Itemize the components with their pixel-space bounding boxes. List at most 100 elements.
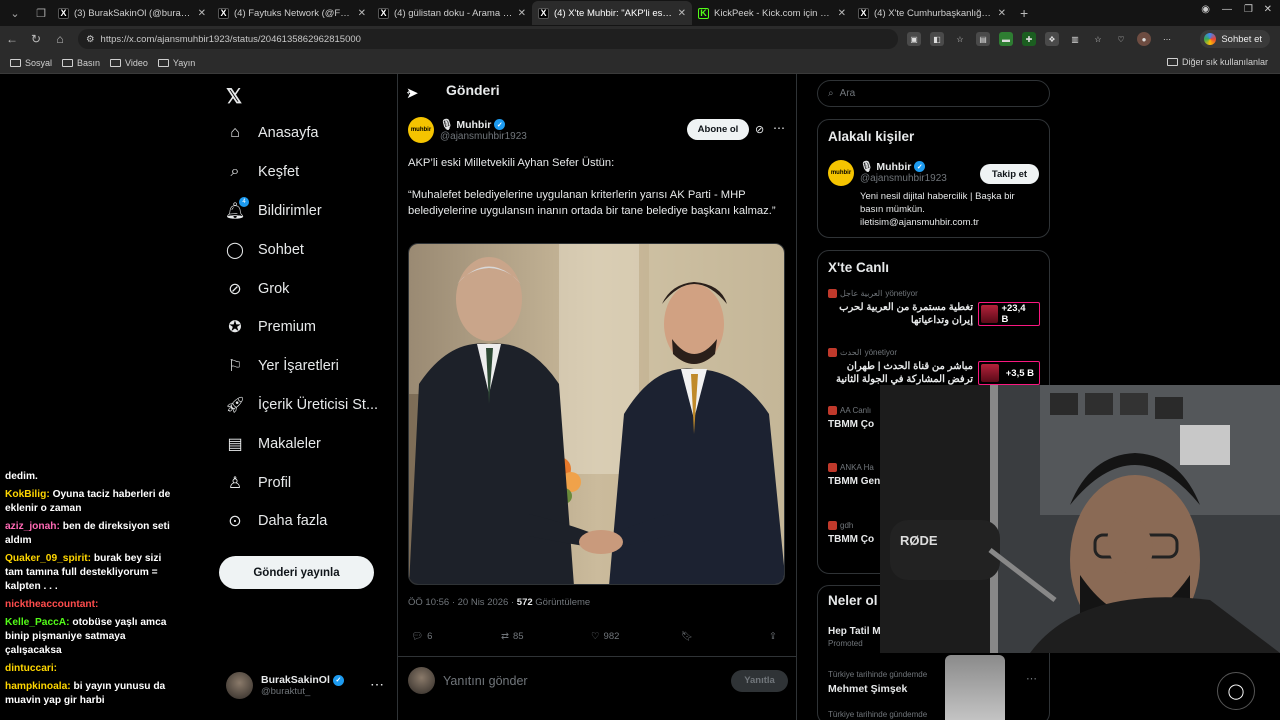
- restore-icon[interactable]: ❐: [1244, 4, 1253, 15]
- like-action[interactable]: ♡ 982: [591, 631, 619, 642]
- favorites-icon[interactable]: ☆: [1091, 32, 1105, 46]
- favorite-star-icon[interactable]: ☆: [953, 32, 967, 46]
- browser-tab[interactable]: X (3) BurakSakinOl (@buraktut_) / X ✕: [52, 1, 212, 25]
- kick-icon: K: [698, 7, 709, 19]
- follow-button[interactable]: Takip et: [980, 164, 1039, 184]
- reply-action[interactable]: 💬︎ 6: [411, 631, 432, 642]
- reply-button[interactable]: Yanıtla: [731, 669, 788, 692]
- collections-icon[interactable]: ♡: [1114, 32, 1128, 46]
- home-browser-icon[interactable]: ⌂: [48, 32, 72, 46]
- sidebar-item-anasayfa[interactable]: ⌂ Anasayfa: [226, 114, 378, 153]
- other-favorites[interactable]: Diğer sık kullanılanlar: [1166, 57, 1268, 67]
- repost-icon: ⇄: [501, 631, 509, 642]
- more-icon[interactable]: ⋯: [1026, 672, 1037, 685]
- new-tab-plus-icon[interactable]: +: [1020, 5, 1028, 21]
- more-icon[interactable]: ⋯: [773, 121, 785, 135]
- bookmark-folder[interactable]: Basın: [62, 58, 100, 68]
- browser-tab[interactable]: K KickPeek - Kick.com için Gerçek Za... ✕: [692, 1, 852, 25]
- related-avatar[interactable]: muhbir: [828, 160, 854, 186]
- extension-icon[interactable]: ◧: [930, 32, 944, 46]
- site-info-icon[interactable]: ⚙: [86, 34, 95, 45]
- chat-username[interactable]: hampkinoala:: [5, 681, 71, 692]
- listener-badge[interactable]: +23,4 B: [978, 302, 1040, 326]
- listener-badge[interactable]: +3,5 B: [978, 361, 1040, 385]
- related-handle[interactable]: @ajansmuhbir1923: [860, 173, 947, 184]
- bookmark-folder[interactable]: Yayın: [157, 58, 195, 68]
- back-icon[interactable]: ←: [0, 32, 24, 46]
- bookmark-action[interactable]: 🔖︎: [681, 631, 693, 642]
- chat-username[interactable]: KokBilig:: [5, 489, 50, 500]
- extension-icon[interactable]: ❖: [1045, 32, 1059, 46]
- menu-dots-icon[interactable]: ⋯: [1160, 32, 1174, 46]
- sidebar-item-premium[interactable]: ✪ Premium: [226, 308, 378, 347]
- subscribe-button[interactable]: Abone ol: [687, 119, 749, 140]
- account-switcher[interactable]: BurakSakinOl ✓ @buraktut_: [226, 672, 386, 699]
- reply-input[interactable]: Yanıtını gönder: [443, 674, 723, 688]
- post-image[interactable]: [408, 243, 785, 585]
- repost-action[interactable]: ⇄ 85: [501, 631, 524, 642]
- sidebar-item-keşfet[interactable]: ⌕ Keşfet: [226, 153, 378, 192]
- workspaces-icon[interactable]: ❐: [30, 2, 52, 24]
- author-avatar[interactable]: muhbir: [408, 117, 434, 143]
- search-input[interactable]: ⌕ Ara: [817, 80, 1050, 107]
- sidebar-item-bildirimler[interactable]: 🔔︎ 4 Bildirimler: [225, 192, 378, 231]
- trend-item[interactable]: Türkiye tarihinde gündemde Mehmet Şimşek: [828, 670, 1043, 695]
- sidebar-item-grok[interactable]: ⊘ Grok: [226, 269, 378, 308]
- tab-close-icon[interactable]: ✕: [838, 8, 846, 19]
- tab-close-icon[interactable]: ✕: [358, 8, 366, 19]
- close-window-icon[interactable]: ✕: [1264, 4, 1272, 15]
- address-bar[interactable]: ⚙ https://x.com/ajansmuhbir1923/status/2…: [78, 29, 898, 49]
- live-item[interactable]: العربية عاجل yönetiyor تغطية مستمرة من الع…: [828, 289, 1043, 327]
- tab-close-icon[interactable]: ✕: [198, 8, 206, 19]
- profile-avatar-icon[interactable]: ●: [1137, 32, 1151, 46]
- refresh-icon[interactable]: ↻: [24, 32, 48, 46]
- tab-close-icon[interactable]: ✕: [678, 8, 686, 19]
- chat-username[interactable]: aziz_jonah:: [5, 521, 60, 532]
- chat-message: dintuccari:: [5, 662, 175, 676]
- tab-close-icon[interactable]: ✕: [518, 8, 526, 19]
- copilot-chat-button[interactable]: Sohbet et: [1200, 30, 1270, 48]
- extension-icon[interactable]: ▬: [999, 32, 1013, 46]
- related-name[interactable]: Muhbir: [876, 161, 911, 173]
- sidebar-item-sohbet[interactable]: ◯ Sohbet: [226, 230, 378, 269]
- grok-icon[interactable]: ⊘: [755, 123, 764, 136]
- split-screen-icon[interactable]: ▥: [1068, 32, 1082, 46]
- x-logo-icon[interactable]: 𝕏: [226, 84, 242, 109]
- minimize-icon[interactable]: —: [1222, 4, 1232, 15]
- author-name[interactable]: Muhbir: [456, 119, 491, 131]
- trend-item[interactable]: Türkiye tarihinde gündemde: [828, 710, 1043, 719]
- browser-avatar-icon[interactable]: ◉: [1201, 4, 1210, 15]
- bookmark-folder[interactable]: Video: [110, 58, 148, 68]
- chat-username[interactable]: nicktheaccountant:: [5, 599, 98, 610]
- chat-username[interactable]: Quaker_09_spirit:: [5, 553, 91, 564]
- share-action[interactable]: ⇪: [769, 631, 777, 642]
- bookmarks-bar: Sosyal Basın Video Yayın Diğer sık kullanıl…: [0, 52, 1280, 74]
- chat-username[interactable]: Kelle_PaccA:: [5, 617, 70, 628]
- sidebar-item-yer-i-şaretleri[interactable]: ⚐ Yer İşaretleri: [226, 347, 378, 386]
- webcam-overlay: RØDE: [880, 385, 1280, 653]
- browser-tab[interactable]: X (4) gülistan doku - Arama / X ✕: [372, 1, 532, 25]
- chat-username[interactable]: dintuccari:: [5, 663, 57, 674]
- sidebar-item-label: Sohbet: [258, 241, 304, 258]
- browser-tab[interactable]: X (4) X'te Muhbir: "AKP'li eski Milletvek…: [532, 1, 692, 25]
- related-bio: Yeni nesil dijital habercilik | Başka bi…: [860, 191, 1015, 228]
- mic-icon: 🎙: [440, 119, 454, 131]
- more-icon[interactable]: ⋯: [370, 676, 384, 693]
- tab-close-icon[interactable]: ✕: [998, 8, 1006, 19]
- messages-fab[interactable]: ◯: [1217, 672, 1255, 710]
- author-handle[interactable]: @ajansmuhbir1923: [440, 131, 527, 142]
- sidebar-item-makaleler[interactable]: ▤ Makaleler: [226, 424, 378, 463]
- sidebar-item-profil[interactable]: ♙ Profil: [226, 463, 378, 502]
- bookmark-folder[interactable]: Sosyal: [10, 58, 52, 68]
- post-author[interactable]: muhbir 🎙 Muhbir ✓ @ajansmuhbir1923: [408, 117, 527, 143]
- post-button[interactable]: Gönderi yayınla: [219, 556, 374, 589]
- extension-icon[interactable]: ▤: [976, 32, 990, 46]
- sidebar-item-daha-fazla[interactable]: ⊙ Daha fazla: [226, 502, 378, 541]
- sidebar-item-i-çerik-üreticisi-st-[interactable]: 🚀︎ İçerik Üreticisi St...: [225, 386, 378, 425]
- tab-list-chevron-icon[interactable]: ⌄: [4, 2, 26, 24]
- extension-icon[interactable]: ▣: [907, 32, 921, 46]
- browser-tab[interactable]: X (4) X'te Cumhurbaşkanlığı Aday Of... ✕: [852, 1, 1012, 25]
- browser-tab[interactable]: X (4) Faytuks Network (@FaytuksNetwork) /…: [212, 1, 372, 25]
- extension-icon[interactable]: ✚: [1022, 32, 1036, 46]
- post-time[interactable]: ÖÖ 10:56 · 20 Nis 2026 ·: [408, 597, 517, 608]
